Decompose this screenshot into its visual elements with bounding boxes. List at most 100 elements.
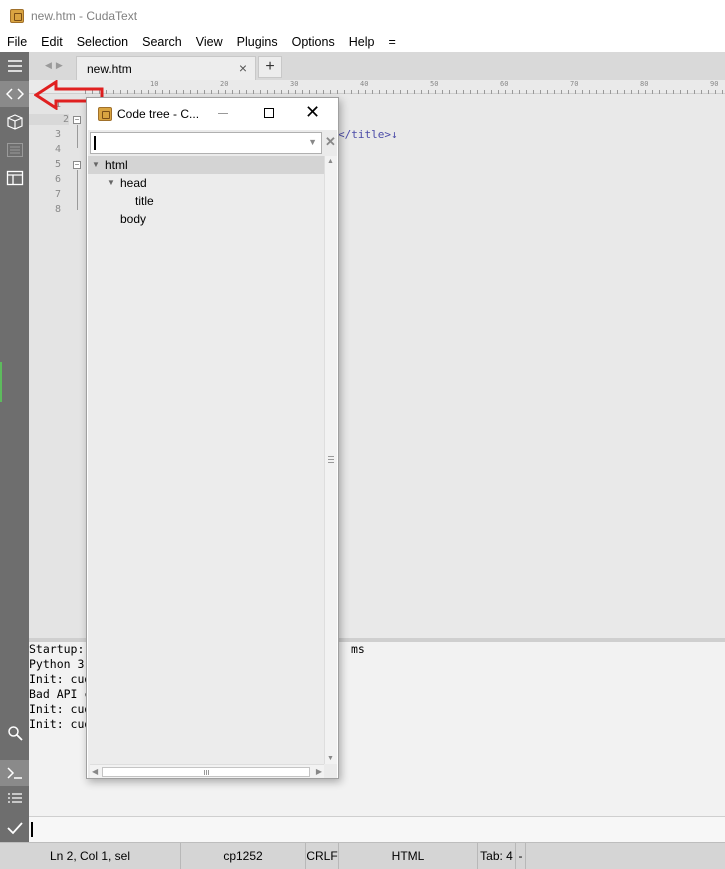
line-number: 8 (54, 204, 61, 215)
code-tree-icon (5, 88, 24, 100)
line-number: 7 (54, 189, 61, 200)
fold-line (77, 125, 78, 148)
menu-plugins[interactable]: Plugins (230, 32, 285, 52)
clear-filter-icon[interactable]: ✕ (325, 134, 336, 150)
code-tree-titlebar[interactable]: Code tree - C... ✕ (87, 98, 338, 130)
scroll-up-icon[interactable]: ▲ (327, 158, 334, 165)
text-caret (94, 136, 96, 150)
menu-edit[interactable]: Edit (34, 32, 70, 52)
tab-scroll-arrows-icon[interactable]: ◀▶ (45, 60, 67, 71)
tab-close-icon[interactable]: × (239, 60, 247, 76)
window-title: new.htm - CudaText (31, 9, 138, 23)
output-icon (7, 793, 22, 803)
sidebar-search-button[interactable] (0, 720, 29, 746)
console-line: Init: cud (29, 717, 92, 731)
expand-triangle-icon[interactable]: ▼ (92, 156, 100, 174)
menu-file[interactable]: File (0, 32, 34, 52)
sidebar-accent (0, 362, 2, 402)
status-encoding[interactable]: cp1252 (181, 843, 306, 869)
sidebar-code-tree-button[interactable] (0, 81, 29, 107)
minimize-icon[interactable] (218, 113, 228, 114)
tree-node-label: html (105, 158, 128, 172)
ruler-mark: 60 (500, 80, 509, 88)
fold-toggle-icon[interactable]: − (73, 161, 81, 169)
sidebar-menu-button[interactable] (0, 53, 29, 79)
tree-node-label: body (120, 212, 147, 226)
menu-search[interactable]: Search (135, 32, 189, 52)
status-position[interactable]: Ln 2, Col 1, sel (0, 843, 181, 869)
title-bar: new.htm - CudaText (0, 0, 725, 32)
ruler-mark: 70 (570, 80, 579, 88)
sidebar-output-button[interactable] (0, 786, 29, 812)
close-icon[interactable]: ✕ (305, 102, 320, 122)
menu-bar: File Edit Selection Search View Plugins … (0, 32, 725, 52)
scroll-thumb[interactable] (102, 767, 310, 777)
ruler-mark: 10 (150, 80, 159, 88)
sidebar-panel-button[interactable] (0, 165, 29, 191)
ruler-mark: 30 (290, 80, 299, 88)
sidebar-console-button[interactable] (0, 760, 29, 786)
scroll-down-icon[interactable]: ▼ (327, 755, 334, 762)
text-caret (31, 822, 33, 837)
menu-selection[interactable]: Selection (70, 32, 135, 52)
line-number: 4 (54, 144, 61, 155)
filter-input[interactable] (94, 135, 294, 151)
maximize-icon[interactable] (264, 108, 274, 118)
list-icon (6, 143, 23, 157)
code-tree-filter[interactable]: ▼ (90, 132, 322, 154)
tree-node-head[interactable]: ▼ head (88, 174, 324, 192)
code-tree-window: Code tree - C... ✕ ▼ ✕ ▼ html ▼ head tit… (86, 97, 339, 779)
line-number: 6 (54, 174, 61, 185)
status-bar: Ln 2, Col 1, sel cp1252 CRLF HTML Tab: 4… (0, 842, 725, 869)
code-tree-body: ▼ ✕ ▼ html ▼ head title body ▲ ▼ ◀ ▶ (88, 130, 337, 778)
line-gutter: 1 2 3 4 5 6 7 8 − − (29, 94, 89, 638)
sidebar-validate-button[interactable] (0, 815, 29, 841)
console-icon (6, 767, 22, 779)
ruler-mark: 80 (640, 80, 649, 88)
add-tab-button[interactable]: + (258, 56, 282, 78)
panel-icon (6, 170, 23, 186)
console-line: Init: cud (29, 702, 92, 716)
console-input[interactable] (29, 816, 725, 842)
app-icon (98, 107, 112, 121)
app-icon (10, 9, 24, 23)
chevron-down-icon[interactable]: ▼ (308, 137, 317, 147)
console-line-fragment: ms (351, 642, 365, 656)
console-line: Python 3 (29, 657, 85, 671)
fold-line (77, 170, 78, 210)
status-extra: - (516, 843, 526, 869)
line-number: 5 (54, 159, 61, 170)
tab-new-htm[interactable]: new.htm × (76, 56, 256, 80)
code-text: </title>↓ (338, 128, 398, 141)
fold-toggle-icon[interactable]: − (73, 116, 81, 124)
scroll-grip[interactable] (328, 456, 334, 464)
sidebar (0, 52, 29, 844)
code-tree-list: ▼ html ▼ head title body (88, 156, 324, 764)
sidebar-list-button[interactable] (0, 137, 29, 163)
tree-node-body[interactable]: body (88, 210, 324, 228)
menu-icon (7, 60, 22, 72)
menu-options[interactable]: Options (285, 32, 342, 52)
tab-bar: ◀▶ new.htm × + (29, 52, 725, 80)
horizontal-scrollbar[interactable]: ◀ ▶ (90, 764, 324, 778)
menu-view[interactable]: View (189, 32, 230, 52)
status-line-ends[interactable]: CRLF (306, 843, 339, 869)
menu-extra[interactable]: = (381, 32, 402, 52)
vertical-scrollbar[interactable]: ▲ ▼ (324, 156, 337, 764)
code-tree-title: Code tree - C... (117, 107, 200, 121)
scroll-left-icon[interactable]: ◀ (92, 767, 98, 776)
search-icon (7, 726, 23, 741)
menu-help[interactable]: Help (342, 32, 382, 52)
line-number-current: 2 (29, 114, 69, 125)
expand-triangle-icon[interactable]: ▼ (107, 174, 115, 192)
status-lexer[interactable]: HTML (339, 843, 478, 869)
ruler-mark: 40 (360, 80, 369, 88)
tab-label: new.htm (87, 62, 132, 76)
tree-node-title[interactable]: title (88, 192, 324, 210)
sidebar-project-button[interactable] (0, 109, 29, 135)
ruler-mark: 20 (220, 80, 229, 88)
scroll-right-icon[interactable]: ▶ (316, 767, 322, 776)
tree-node-html[interactable]: ▼ html (88, 156, 324, 174)
status-tab-size[interactable]: Tab: 4 (478, 843, 516, 869)
console-line: Bad API c (29, 687, 92, 701)
